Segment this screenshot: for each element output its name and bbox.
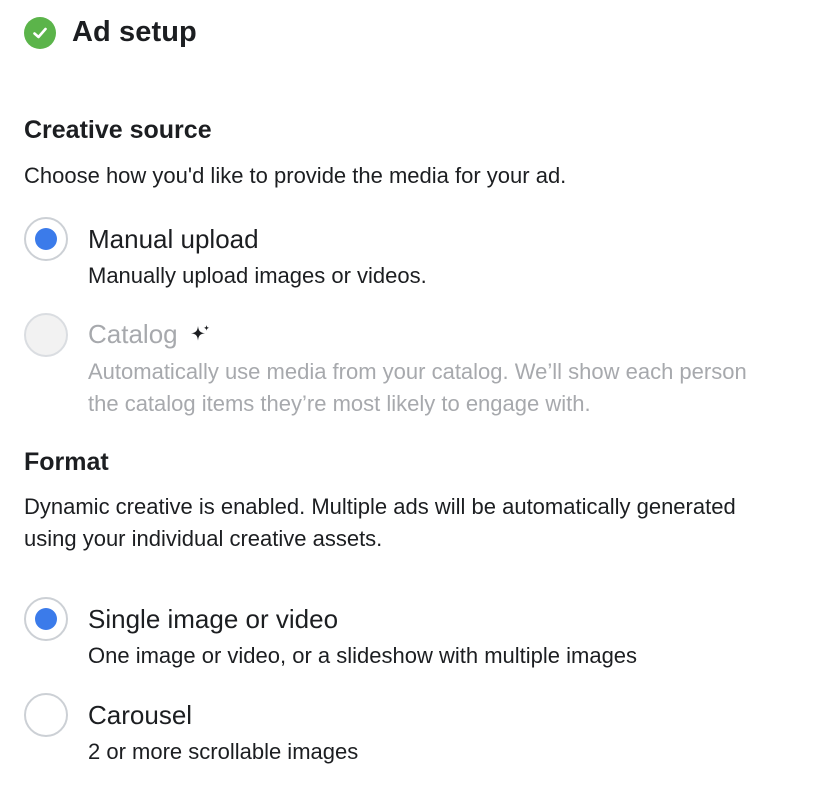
manual-upload-sublabel: Manually upload images or videos.: [88, 263, 427, 288]
check-circle-icon: [24, 16, 56, 49]
format-description-line1: Dynamic creative is enabled. Multiple ad…: [24, 494, 736, 519]
single-image-sublabel: One image or video, or a slideshow with …: [88, 643, 638, 668]
creative-source-title: Creative source: [24, 116, 212, 144]
ad-setup-header: Ad setup: [24, 16, 197, 49]
single-image-label[interactable]: Single image or video: [88, 604, 338, 635]
catalog-sublabel-line2: the catalog items they’re most likely to…: [88, 391, 591, 416]
single-image-radio[interactable]: [24, 597, 68, 641]
catalog-option[interactable]: Catalog: [88, 319, 212, 350]
creative-source-description: Choose how you'd like to provide the med…: [24, 163, 567, 188]
manual-upload-radio[interactable]: [24, 217, 68, 261]
sparkle-icon: [188, 323, 212, 347]
carousel-radio[interactable]: [24, 693, 68, 737]
carousel-sublabel: 2 or more scrollable images: [88, 739, 359, 764]
format-description-line2: using your individual creative assets.: [24, 526, 383, 551]
carousel-label[interactable]: Carousel: [88, 700, 192, 731]
catalog-label: Catalog: [88, 319, 178, 349]
page-title: Ad setup: [72, 16, 197, 48]
catalog-sublabel-line1: Automatically use media from your catalo…: [88, 359, 747, 384]
manual-upload-label[interactable]: Manual upload: [88, 224, 259, 255]
format-title: Format: [24, 448, 109, 476]
catalog-radio[interactable]: [24, 313, 68, 357]
